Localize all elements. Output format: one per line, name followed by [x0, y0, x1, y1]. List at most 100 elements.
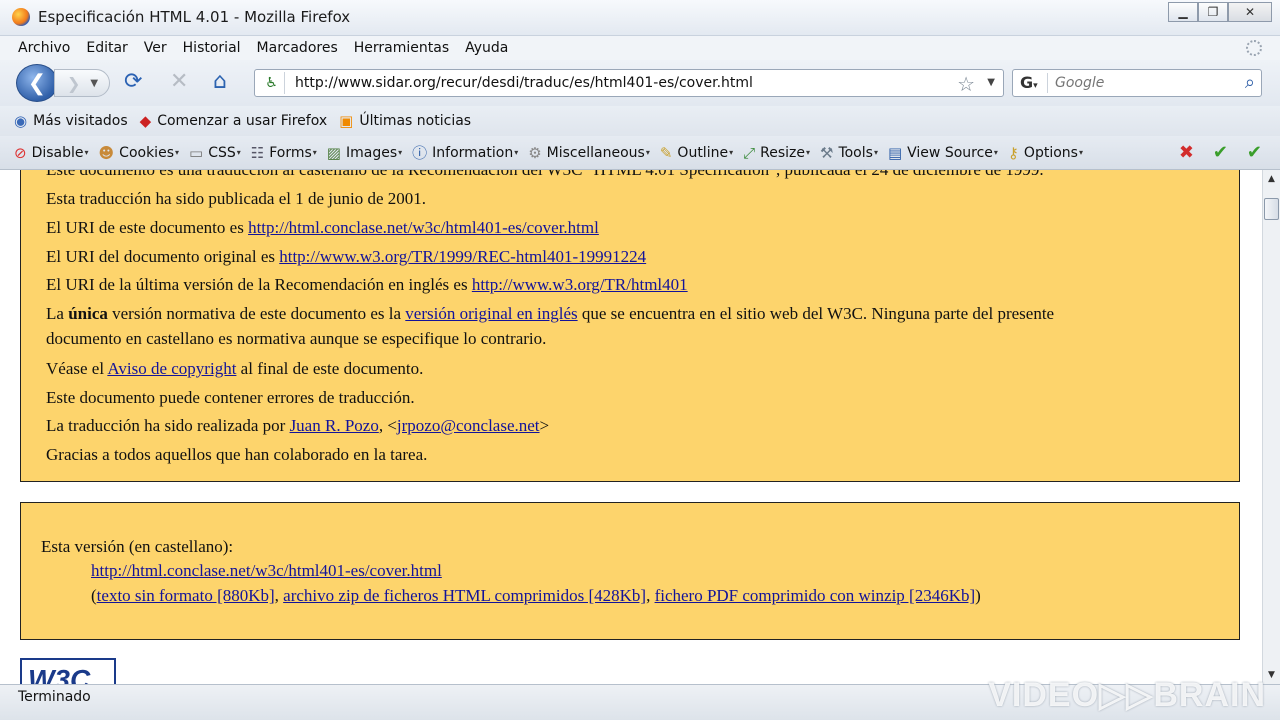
dev-css[interactable]: ▭ CSS ▾	[189, 144, 241, 162]
text: ,	[646, 586, 655, 605]
dev-outline[interactable]: ✎ Outline ▾	[660, 144, 733, 162]
html-valid-icon[interactable]: ✔	[1213, 143, 1228, 163]
translator-email-link[interactable]: jrpozo@conclase.net	[397, 416, 540, 435]
zip-html-link[interactable]: archivo zip de ficheros HTML comprimidos…	[283, 586, 646, 605]
firefox-icon: ◆	[139, 112, 152, 130]
back-button[interactable]: ❮	[16, 64, 58, 102]
outline-icon: ✎	[659, 143, 673, 162]
text: El URI del documento original es	[46, 247, 280, 266]
bookmark-comenzar[interactable]: ◆ Comenzar a usar Firefox	[140, 112, 327, 130]
dev-resize[interactable]: ⤢ Resize ▾	[743, 144, 810, 162]
js-valid-icon[interactable]: ✔	[1247, 143, 1262, 163]
throbber-icon	[1246, 40, 1262, 56]
status-bar: Terminado VIDEO▷▷BRAIN	[0, 676, 1280, 720]
original-english-link[interactable]: versión original en inglés	[405, 304, 577, 323]
close-button[interactable]: ✕	[1228, 2, 1272, 22]
dev-cookies[interactable]: ☻ Cookies ▾	[99, 144, 179, 162]
back-arrow-icon: ❮	[27, 70, 47, 96]
menu-ayuda[interactable]: Ayuda	[457, 40, 516, 56]
dev-options[interactable]: ⚷ Options ▾	[1008, 144, 1083, 162]
dev-images[interactable]: ▨ Images ▾	[327, 144, 402, 162]
scroll-up-icon[interactable]: ▲	[1263, 170, 1280, 188]
text: versión normativa de este documento es l…	[107, 304, 406, 323]
dev-label: Tools	[838, 144, 873, 161]
maximize-button[interactable]: ❐	[1198, 2, 1228, 22]
window-title: Especificación HTML 4.01 - Mozilla Firef…	[38, 8, 351, 26]
menu-historial[interactable]: Historial	[175, 40, 249, 56]
navigation-bar: ❮ ❯ ▼ ⟳ ✕ ⌂ ♿ http://www.sidar.org/recur/…	[0, 60, 1280, 106]
address-bar[interactable]: ♿ http://www.sidar.org/recur/desdi/tradu…	[254, 69, 1004, 97]
info-line: La traducción ha sido realizada por Juan…	[46, 416, 549, 436]
site-identity-icon[interactable]: ♿	[259, 72, 285, 94]
bookmark-mas-visitados[interactable]: ◉ Más visitados	[14, 112, 128, 130]
dropdown-caret-icon: ▾	[729, 148, 734, 157]
bookmark-ultimas-noticias[interactable]: ▣ Últimas noticias	[339, 112, 471, 130]
menu-marcadores[interactable]: Marcadores	[249, 40, 346, 56]
dev-view-source[interactable]: ▤ View Source ▾	[888, 144, 998, 162]
dropdown-caret-icon: ▾	[993, 148, 998, 157]
text: , <	[378, 416, 397, 435]
dev-tools[interactable]: ⚒ Tools ▾	[820, 144, 878, 162]
dev-information[interactable]: ⓘ Information ▾	[412, 142, 518, 163]
info-line: Véase el Aviso de copyright al final de …	[46, 359, 423, 379]
dropdown-caret-icon: ▾	[398, 148, 403, 157]
dropdown-caret-icon: ▾	[873, 148, 878, 157]
dropdown-caret-icon: ▾	[805, 148, 810, 157]
bookmark-star-icon[interactable]: ☆	[957, 72, 975, 96]
bold-text: única	[68, 304, 108, 323]
menu-editar[interactable]: Editar	[78, 40, 135, 56]
dev-label: Options	[1023, 144, 1078, 161]
dev-disable[interactable]: ⊘ Disable ▾	[14, 144, 89, 162]
translator-link[interactable]: Juan R. Pozo	[290, 416, 379, 435]
reload-icon[interactable]: ⟳	[124, 71, 142, 93]
text: Véase el	[46, 359, 108, 378]
home-icon[interactable]: ⌂	[213, 71, 227, 93]
minimize-button[interactable]: ▁	[1168, 2, 1198, 22]
dropdown-caret-icon: ▾	[645, 148, 650, 157]
latest-version-link[interactable]: http://www.w3.org/TR/html401	[472, 275, 688, 294]
dropdown-caret-icon: ▾	[84, 148, 89, 157]
pdf-zip-link[interactable]: fichero PDF comprimido con winzip [2346K…	[655, 586, 976, 605]
copyright-link[interactable]: Aviso de copyright	[107, 359, 236, 378]
version-heading: Esta versión (en castellano):	[41, 537, 234, 556]
dev-label: Cookies	[119, 144, 174, 161]
info-line: Este documento es una traducción al cast…	[46, 170, 1044, 180]
images-icon: ▨	[326, 143, 341, 162]
menu-bar: Archivo Editar Ver Historial Marcadores …	[0, 36, 1280, 60]
version-url-line: http://html.conclase.net/w3c/html401-es/…	[91, 561, 442, 581]
view-source-icon: ▤	[887, 143, 903, 162]
search-engine-icon[interactable]: G▾	[1016, 73, 1048, 93]
rss-icon: ▣	[339, 112, 354, 130]
menu-ver[interactable]: Ver	[136, 40, 175, 56]
text: que se encuentra en el sitio web del W3C…	[577, 304, 1055, 323]
w3c-logo[interactable]: W3C	[20, 658, 116, 684]
vertical-scrollbar[interactable]: ▲ ▼	[1262, 170, 1280, 684]
bookmarks-toolbar: ◉ Más visitados ◆ Comenzar a usar Firefo…	[0, 106, 1280, 136]
dev-forms[interactable]: ☷ Forms ▾	[251, 144, 317, 162]
original-uri-link[interactable]: http://www.w3.org/TR/1999/REC-html401-19…	[279, 247, 646, 266]
url-field[interactable]: http://www.sidar.org/recur/desdi/traduc/…	[295, 75, 753, 91]
url-dropdown-icon[interactable]: ▼	[987, 77, 995, 88]
disable-icon: ⊘	[14, 143, 27, 162]
scroll-thumb[interactable]	[1264, 198, 1279, 220]
information-icon: ⓘ	[412, 144, 428, 162]
stop-icon[interactable]: ✕	[170, 71, 188, 93]
css-errors-icon[interactable]: ✖	[1179, 143, 1194, 163]
forward-button[interactable]: ❯ ▼	[54, 69, 110, 97]
plain-text-link[interactable]: texto sin formato [880Kb]	[97, 586, 275, 605]
cookies-icon: ☻	[98, 143, 115, 162]
history-dropdown-icon[interactable]: ▼	[90, 78, 98, 89]
bookmark-label: Más visitados	[33, 113, 128, 129]
text: La	[46, 304, 69, 323]
document-uri-link[interactable]: http://html.conclase.net/w3c/html401-es/…	[248, 218, 599, 237]
dev-label: Disable	[31, 144, 84, 161]
menu-herramientas[interactable]: Herramientas	[346, 40, 457, 56]
search-bar: G▾ ⌕	[1012, 69, 1262, 97]
search-icon[interactable]: ⌕	[1245, 72, 1255, 93]
dev-miscellaneous[interactable]: ⚙ Miscellaneous ▾	[528, 144, 650, 162]
version-url-link[interactable]: http://html.conclase.net/w3c/html401-es/…	[91, 561, 442, 580]
dev-label: Outline	[677, 144, 729, 161]
menu-archivo[interactable]: Archivo	[10, 40, 78, 56]
dropdown-caret-icon: ▾	[312, 148, 317, 157]
search-input[interactable]	[1053, 73, 1233, 93]
